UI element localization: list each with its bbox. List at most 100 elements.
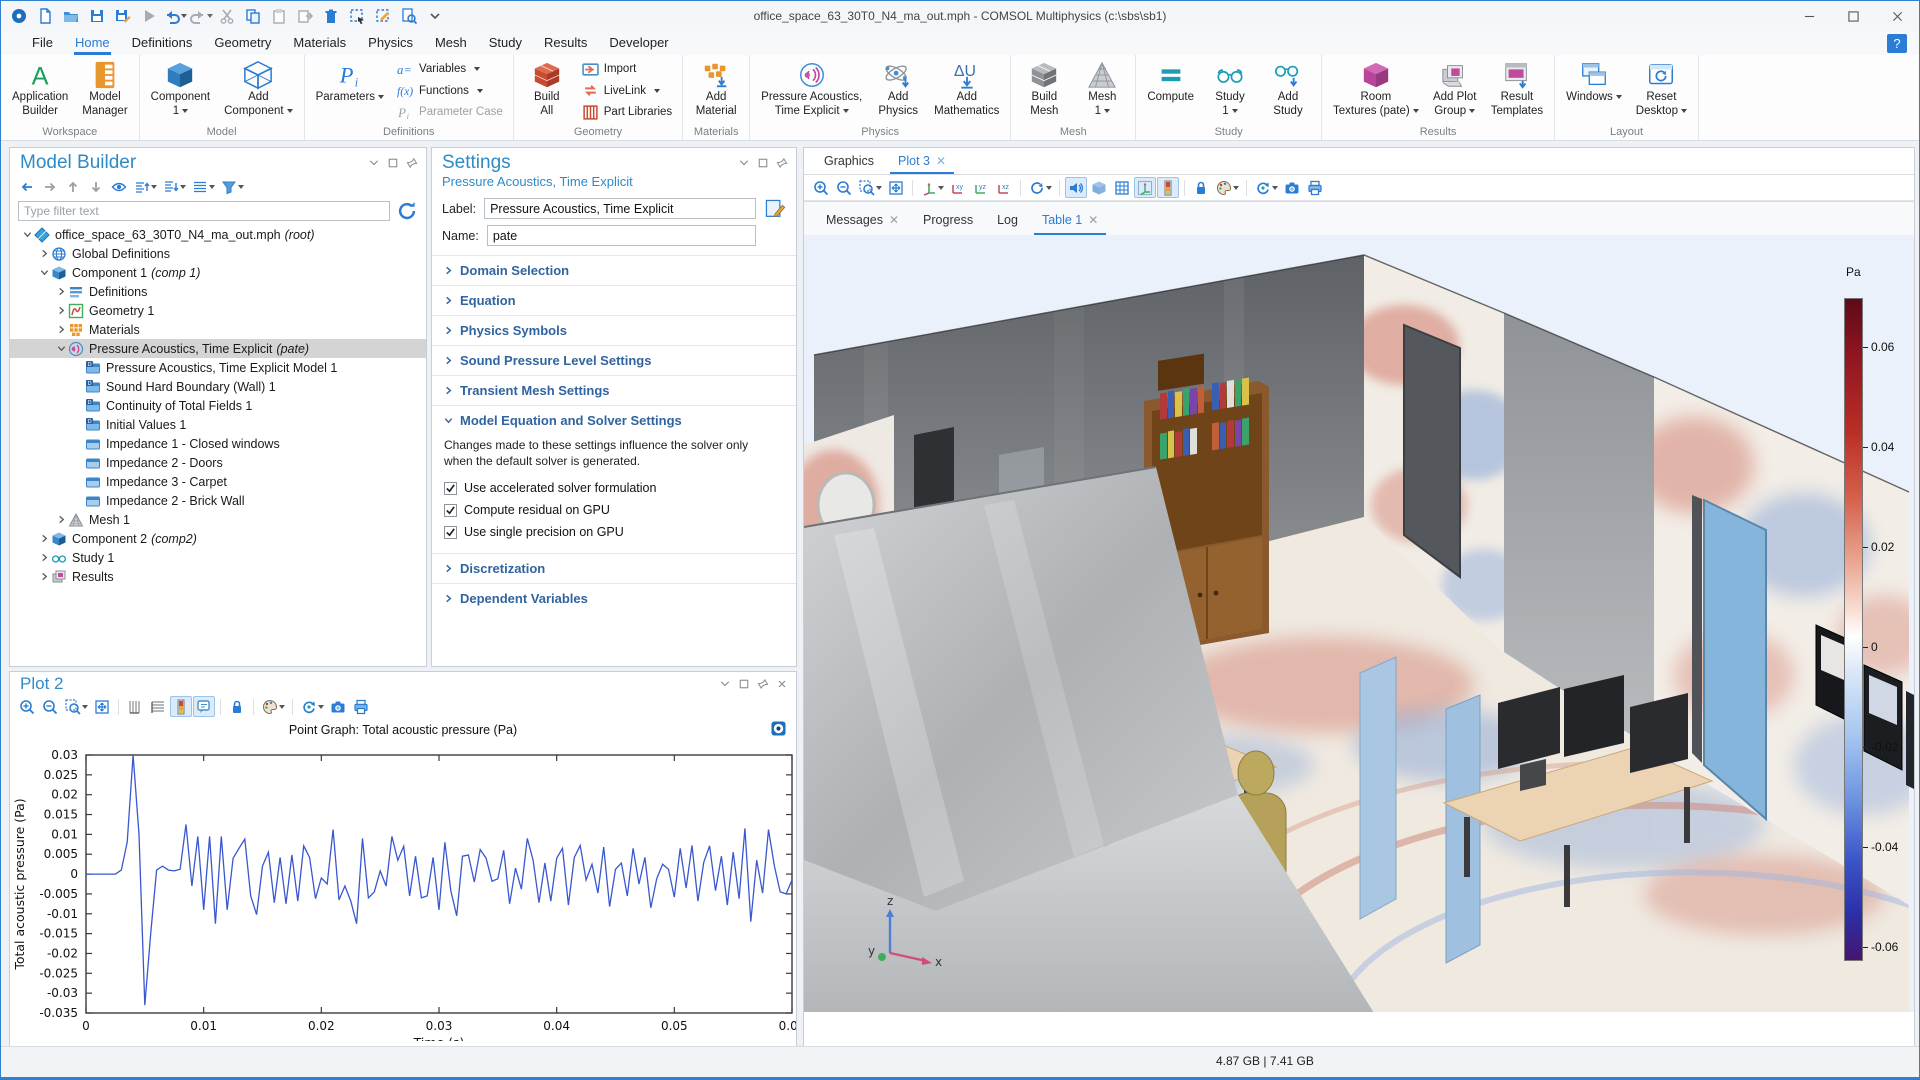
checkbox-use-accelerated-solver-formulation[interactable]: Use accelerated solver formulation — [444, 477, 784, 499]
duplicate-button[interactable] — [293, 5, 317, 27]
tree-item[interactable]: Impedance 3 - Carpet — [10, 472, 426, 491]
expander-closed-icon[interactable] — [37, 249, 51, 258]
grid-h-button[interactable] — [147, 696, 169, 717]
grid-v-button[interactable] — [124, 696, 146, 717]
tree-item[interactable]: D Pressure Acoustics, Time Explicit Model… — [10, 358, 426, 377]
palette-button[interactable] — [1213, 177, 1241, 198]
ribbon-add-mathematics[interactable]: ΔU Add Mathematics — [927, 57, 1006, 125]
zoom-out-button[interactable] — [39, 696, 61, 717]
label-input[interactable] — [484, 198, 756, 219]
expander-open-icon[interactable] — [54, 344, 68, 353]
tree-item[interactable]: Results — [10, 567, 426, 586]
ribbon-component-1[interactable]: Component 1 — [144, 57, 217, 125]
annot-toggle-button[interactable] — [193, 696, 215, 717]
panel-caret-icon[interactable] — [738, 157, 750, 169]
rename-icon[interactable] — [764, 199, 786, 219]
point-graph-chart[interactable]: 0.03 0.025 0.02 0.015 0.01 0.005 0 -0.005 -0.01 -… — [10, 741, 805, 1050]
nav-up-button[interactable] — [62, 176, 84, 197]
tree-item[interactable]: Component 1 (comp 1) — [10, 263, 426, 282]
expander-closed-icon[interactable] — [37, 553, 51, 562]
ribbon-pressure-acoustics-time-explicit[interactable]: Pressure Acoustics, Time Explicit — [754, 57, 869, 125]
panel-pin-icon[interactable] — [776, 157, 788, 169]
ribbon-part-libraries[interactable]: Part Libraries — [582, 103, 672, 121]
ribbon-livelink[interactable]: LiveLink — [582, 82, 672, 100]
funnel-button[interactable] — [218, 176, 246, 197]
ribbon-mesh-1[interactable]: Mesh 1 — [1073, 57, 1131, 125]
menu-definitions[interactable]: Definitions — [121, 32, 204, 55]
expander-closed-icon[interactable] — [54, 325, 68, 334]
zoom-extents-button[interactable] — [91, 696, 113, 717]
expander-open-icon[interactable] — [20, 230, 34, 239]
ribbon-add-physics[interactable]: Add Physics — [869, 57, 927, 125]
zoom-extents-button[interactable] — [885, 177, 907, 198]
tree-item[interactable]: Global Definitions — [10, 244, 426, 263]
tree-item[interactable]: Pressure Acoustics, Time Explicit (pate) — [10, 339, 426, 358]
transparency-button[interactable] — [1088, 177, 1110, 198]
camera-button[interactable] — [327, 696, 349, 717]
refresh-button[interactable] — [1252, 177, 1280, 198]
ribbon-add-material[interactable]: Add Material — [687, 57, 745, 125]
print-button[interactable] — [1304, 177, 1326, 198]
tab-log[interactable]: Log — [985, 207, 1030, 235]
lock-button[interactable] — [226, 696, 248, 717]
ribbon-model-manager[interactable]: Model Manager — [75, 57, 134, 125]
palette-button[interactable] — [259, 696, 287, 717]
menu-mesh[interactable]: Mesh — [424, 32, 478, 55]
panel-max-icon[interactable] — [738, 678, 750, 690]
zoom-in-button[interactable] — [16, 696, 38, 717]
section-domain-selection[interactable]: Domain Selection — [432, 256, 796, 285]
rotate-button[interactable] — [1026, 177, 1054, 198]
cbar-toggle-button[interactable] — [1157, 177, 1179, 198]
section-equation[interactable]: Equation — [432, 286, 796, 315]
tab-progress[interactable]: Progress — [911, 207, 985, 235]
tab-plot-3[interactable]: Plot 3 ✕ — [886, 150, 958, 174]
expander-closed-icon[interactable] — [54, 306, 68, 315]
expander-closed-icon[interactable] — [37, 534, 51, 543]
panel-max-icon[interactable] — [387, 157, 399, 169]
minimize-button[interactable] — [1787, 1, 1831, 31]
expander-closed-icon[interactable] — [37, 572, 51, 581]
delete-button[interactable] — [319, 5, 343, 27]
ribbon-compute[interactable]: Compute — [1140, 57, 1201, 125]
nav-forward-button[interactable] — [39, 176, 61, 197]
select-frame-button[interactable] — [345, 5, 369, 27]
panel-pin-icon[interactable] — [406, 157, 418, 169]
panel-caret-icon[interactable] — [719, 678, 731, 690]
ribbon-add-study[interactable]: Add Study — [1259, 57, 1317, 125]
ribbon-study-1[interactable]: Study 1 — [1201, 57, 1259, 125]
panel-close-icon[interactable] — [776, 678, 788, 690]
expander-closed-icon[interactable] — [54, 515, 68, 524]
menu-results[interactable]: Results — [533, 32, 598, 55]
refresh-filter-icon[interactable] — [396, 201, 418, 221]
section-physics-symbols[interactable]: Physics Symbols — [432, 316, 796, 345]
tree-item[interactable]: Definitions — [10, 282, 426, 301]
tree-item[interactable]: D Sound Hard Boundary (Wall) 1 — [10, 377, 426, 396]
expander-open-icon[interactable] — [37, 268, 51, 277]
maximize-button[interactable] — [1831, 1, 1875, 31]
panel-max-icon[interactable] — [757, 157, 769, 169]
refresh-button[interactable] — [298, 696, 326, 717]
eye-button[interactable] — [108, 176, 130, 197]
expander-closed-icon[interactable] — [54, 287, 68, 296]
menu-materials[interactable]: Materials — [282, 32, 357, 55]
name-input[interactable] — [486, 225, 756, 246]
tree-item[interactable]: Impedance 2 - Doors — [10, 453, 426, 472]
panel-caret-icon[interactable] — [368, 157, 380, 169]
tree-item[interactable]: Impedance 1 - Closed windows — [10, 434, 426, 453]
zoom-box-button[interactable] — [62, 696, 90, 717]
tree-item[interactable]: Study 1 — [10, 548, 426, 567]
find-button[interactable] — [397, 5, 421, 27]
tab-graphics[interactable]: Graphics — [812, 150, 886, 174]
lock-button[interactable] — [1190, 177, 1212, 198]
menu-developer[interactable]: Developer — [598, 32, 679, 55]
ribbon-result-templates[interactable]: Result Templates — [1484, 57, 1550, 125]
tree-item[interactable]: Component 2 (comp2) — [10, 529, 426, 548]
section-dependent-variables[interactable]: Dependent Variables — [432, 584, 796, 613]
close-tab-icon[interactable]: ✕ — [936, 154, 946, 168]
ribbon-windows[interactable]: Windows — [1559, 57, 1629, 125]
tree-filter-input[interactable] — [18, 201, 390, 221]
tree-item[interactable]: D Initial Values 1 — [10, 415, 426, 434]
ribbon-add-plot-group[interactable]: Add Plot Group — [1426, 57, 1484, 125]
tree-item[interactable]: Mesh 1 — [10, 510, 426, 529]
camera-button[interactable] — [1281, 177, 1303, 198]
